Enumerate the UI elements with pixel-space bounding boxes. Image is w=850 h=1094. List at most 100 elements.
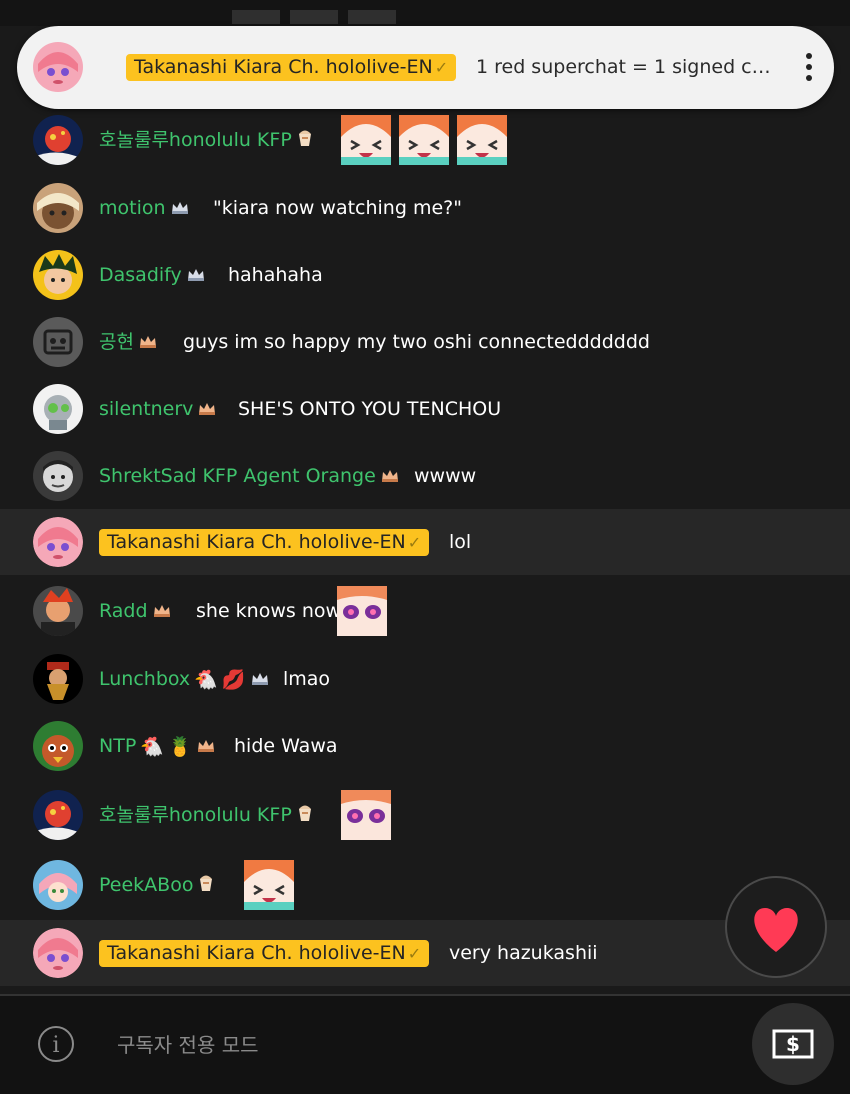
more-vertical-icon[interactable] bbox=[799, 50, 819, 86]
avatar bbox=[33, 860, 83, 910]
svg-text:$: $ bbox=[786, 1032, 800, 1056]
kiara-laugh-emote bbox=[341, 115, 391, 165]
info-icon[interactable]: i bbox=[38, 1026, 74, 1062]
kiara-eyes-emote bbox=[341, 790, 391, 840]
donate-button[interactable]: $ bbox=[752, 1003, 834, 1085]
owner-name-badge[interactable]: Takanashi Kiara Ch. hololive-EN ✓ bbox=[99, 940, 430, 967]
subscriber-only-mode-label: 구독자 전용 모드 bbox=[117, 1033, 259, 1057]
owner-chat-message[interactable]: Takanashi Kiara Ch. hololive-EN ✓ very ha… bbox=[0, 920, 850, 986]
username-text: 공현 bbox=[99, 331, 134, 353]
member-crown-icon bbox=[152, 599, 172, 625]
owner-chat-message[interactable]: Takanashi Kiara Ch. hololive-EN ✓ lol bbox=[0, 509, 850, 575]
avatar bbox=[33, 517, 83, 567]
kiara-laugh-emote bbox=[244, 860, 294, 910]
chat-message[interactable]: silentnerv SHE'S ONTO YOU TENCHOU bbox=[0, 376, 850, 442]
owner-name-badge[interactable]: Takanashi Kiara Ch. hololive-EN ✓ bbox=[99, 529, 430, 556]
chat-message[interactable]: 호놀룰루honolulu KFP bbox=[0, 107, 850, 173]
heart-reaction-button[interactable] bbox=[725, 876, 827, 978]
author-name: Takanashi Kiara Ch. hololive-EN bbox=[107, 531, 406, 553]
avatar bbox=[33, 384, 83, 434]
pineapple-emoji: 🍍 bbox=[167, 735, 192, 758]
username-text: 호놀룰루honolulu KFP bbox=[99, 129, 292, 151]
username[interactable]: silentnerv bbox=[99, 396, 217, 423]
kfp-cup-icon bbox=[296, 127, 314, 154]
top-video-strip bbox=[0, 0, 850, 26]
avatar bbox=[33, 183, 83, 233]
chat-message[interactable]: NTP 🐔 🍍 hide Wawa bbox=[0, 713, 850, 779]
member-crown-icon bbox=[170, 196, 190, 222]
member-crown-icon bbox=[138, 330, 158, 356]
message-text: very hazukashii bbox=[449, 942, 598, 964]
chat-message[interactable]: 호놀룰루honolulu KFP bbox=[0, 782, 850, 848]
message-text: lmao bbox=[283, 668, 331, 690]
avatar bbox=[33, 317, 83, 367]
member-crown-icon bbox=[196, 734, 216, 760]
username-text: motion bbox=[99, 197, 166, 219]
avatar bbox=[33, 42, 83, 92]
chat-message[interactable]: Dasadify hahahaha bbox=[0, 242, 850, 308]
username-text: Radd bbox=[99, 600, 148, 622]
avatar bbox=[33, 250, 83, 300]
message-text: wwww bbox=[414, 465, 477, 487]
member-crown-icon bbox=[380, 464, 400, 490]
avatar bbox=[33, 654, 83, 704]
video-thumbnail bbox=[348, 10, 396, 24]
kiara-laugh-emote bbox=[399, 115, 449, 165]
pinned-message[interactable]: Takanashi Kiara Ch. hololive-EN ✓ 1 red s… bbox=[17, 26, 834, 109]
owner-name-badge[interactable]: Takanashi Kiara Ch. hololive-EN ✓ bbox=[126, 54, 457, 81]
avatar bbox=[33, 586, 83, 636]
video-thumbnail bbox=[232, 10, 280, 24]
message-text: guys im so happy my two oshi connecteddd… bbox=[183, 331, 650, 353]
chat-message[interactable]: Lunchbox 🐔 💋 lmao bbox=[0, 646, 850, 712]
author-name: Takanashi Kiara Ch. hololive-EN bbox=[107, 942, 406, 964]
dollar-bill-icon: $ bbox=[772, 1029, 814, 1059]
avatar bbox=[33, 451, 83, 501]
username-text: silentnerv bbox=[99, 398, 194, 420]
member-crown-icon bbox=[250, 667, 270, 693]
avatar bbox=[33, 115, 83, 165]
kiara-eyes-emote bbox=[337, 586, 387, 636]
message-text: hide Wawa bbox=[234, 735, 338, 757]
member-crown-icon bbox=[197, 397, 217, 423]
message-text: "kiara now watching me?" bbox=[213, 197, 462, 219]
username[interactable]: Lunchbox 🐔 💋 bbox=[99, 666, 270, 693]
verified-check-icon: ✓ bbox=[407, 944, 422, 963]
heart-icon bbox=[754, 908, 798, 952]
message-text: lol bbox=[449, 531, 472, 553]
username-text: PeekABoo bbox=[99, 874, 194, 896]
kfp-cup-icon bbox=[197, 872, 215, 899]
message-text: she knows now bbox=[196, 600, 342, 622]
username[interactable]: Dasadify bbox=[99, 262, 206, 289]
message-text: hahahaha bbox=[228, 264, 323, 286]
chat-message[interactable]: Radd she knows now bbox=[0, 578, 850, 644]
username[interactable]: 호놀룰루honolulu KFP bbox=[99, 127, 314, 154]
username[interactable]: PeekABoo bbox=[99, 872, 215, 899]
kfp-cup-icon bbox=[296, 802, 314, 829]
author-name: Takanashi Kiara Ch. hololive-EN bbox=[134, 56, 433, 78]
username[interactable]: 호놀룰루honolulu KFP bbox=[99, 802, 314, 829]
username[interactable]: Radd bbox=[99, 598, 172, 625]
chicken-emoji: 🐔 bbox=[194, 668, 218, 691]
username[interactable]: NTP 🐔 🍍 bbox=[99, 733, 216, 760]
avatar bbox=[33, 790, 83, 840]
chat-message[interactable]: 공현 guys im so happy my two oshi connecte… bbox=[0, 309, 850, 375]
chat-message[interactable]: ShrektSad KFP Agent Orange wwww bbox=[0, 443, 850, 509]
lips-emoji: 💋 bbox=[221, 668, 246, 691]
username[interactable]: ShrektSad KFP Agent Orange bbox=[99, 463, 400, 490]
verified-check-icon: ✓ bbox=[434, 58, 449, 77]
chicken-emoji: 🐔 bbox=[140, 735, 164, 758]
member-crown-icon bbox=[186, 263, 206, 289]
username-text: ShrektSad KFP Agent Orange bbox=[99, 465, 376, 487]
message-text: SHE'S ONTO YOU TENCHOU bbox=[238, 398, 502, 420]
username-text: Lunchbox bbox=[99, 668, 191, 690]
chat-message[interactable]: PeekABoo bbox=[0, 852, 850, 918]
avatar bbox=[33, 928, 83, 978]
username-text: Dasadify bbox=[99, 264, 182, 286]
username[interactable]: 공현 bbox=[99, 329, 158, 356]
username-text: 호놀룰루honolulu KFP bbox=[99, 804, 292, 826]
chat-message[interactable]: motion "kiara now watching me?" bbox=[0, 175, 850, 241]
username[interactable]: motion bbox=[99, 195, 190, 222]
verified-check-icon: ✓ bbox=[407, 533, 422, 552]
video-thumbnail bbox=[290, 10, 338, 24]
avatar bbox=[33, 721, 83, 771]
